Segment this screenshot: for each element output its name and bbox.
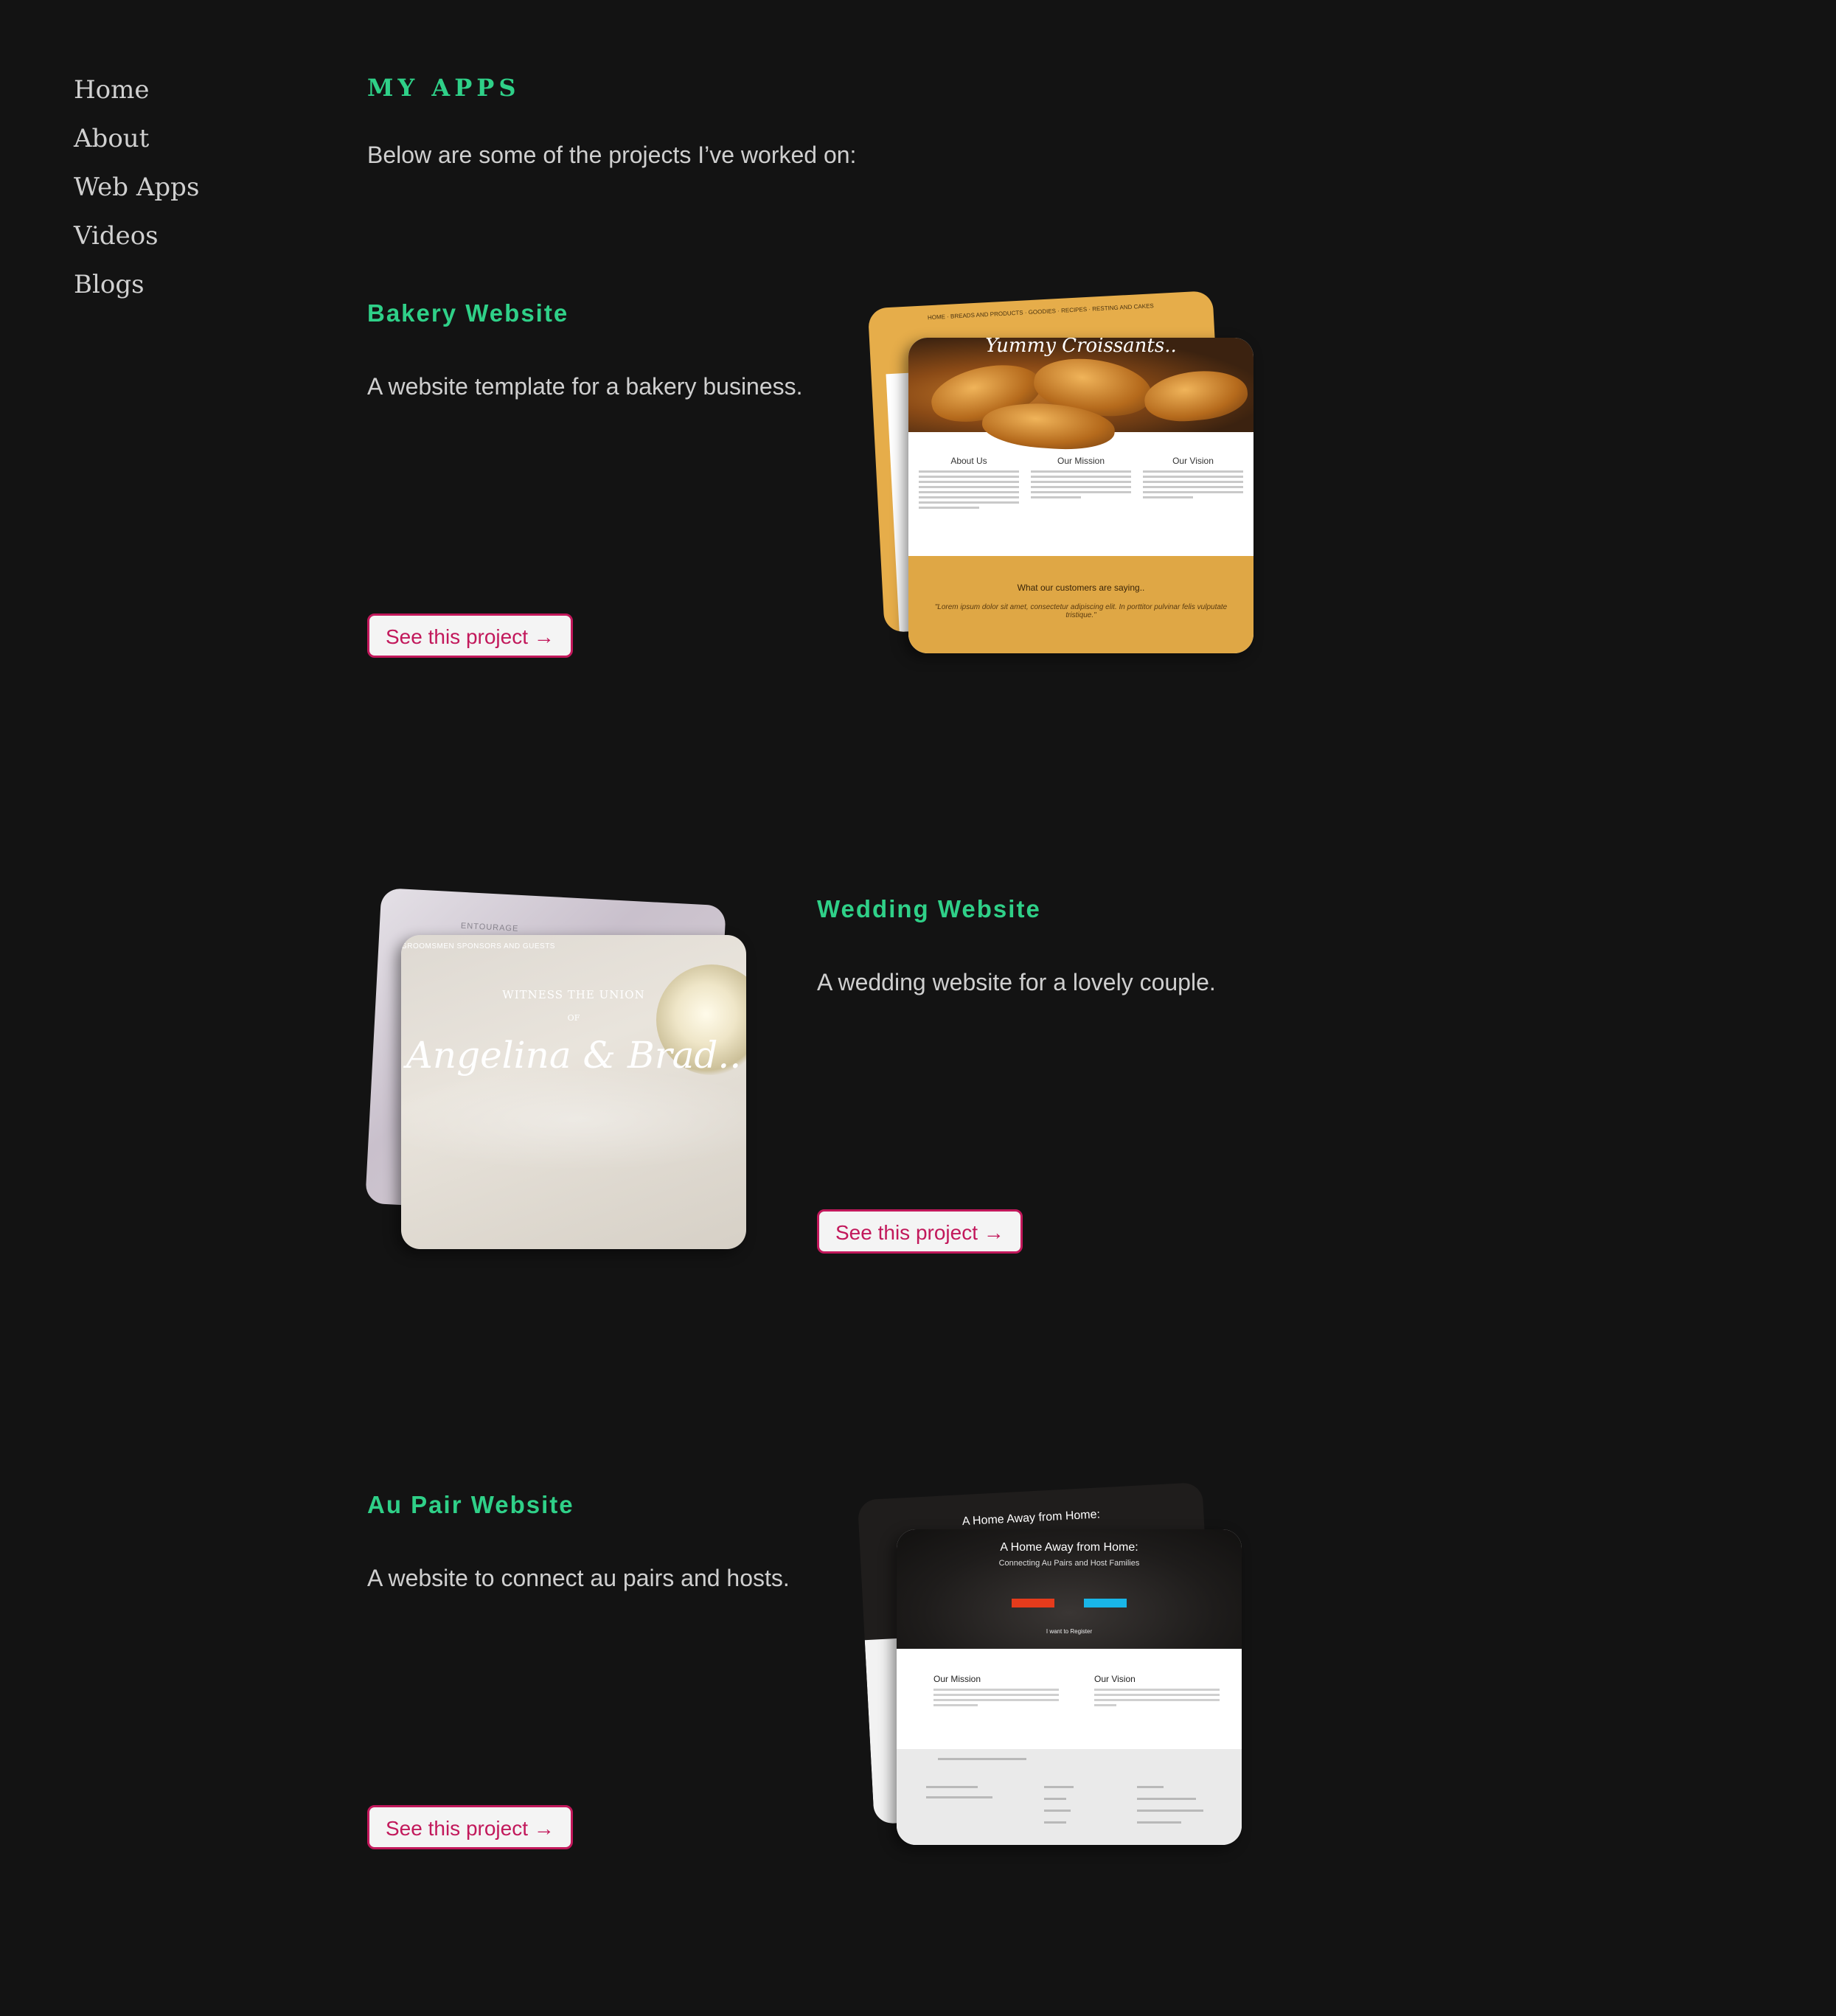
bakery-preview-image[interactable]: Yummy Croissants.. About Us Our Mission … (908, 338, 1253, 653)
wedding-witness-text: WITNESS THE UNION (502, 988, 645, 1001)
aupair-see-project-button[interactable]: See this project → (367, 1805, 573, 1849)
aupair-description: A website to connect au pairs and hosts. (367, 1565, 790, 1591)
nav-videos[interactable]: Videos (74, 214, 199, 263)
wedding-back-menu: ENTOURAGE (460, 921, 519, 934)
bakery-testimonials: What our customers are saying.. "Lorem i… (908, 556, 1253, 653)
aupair-hero-subtitle: Connecting Au Pairs and Host Families (998, 1559, 1140, 1568)
bakery-testimonial-heading: What our customers are saying.. (1017, 583, 1145, 593)
aupair-col-vision: Our Vision (1094, 1674, 1136, 1684)
nav-about[interactable]: About (74, 117, 199, 165)
aupair-col-mission: Our Mission (933, 1674, 981, 1684)
wedding-of-text: OF (567, 1013, 580, 1023)
page-title: MY APPS (367, 74, 521, 102)
aupair-hero-button-right (1084, 1599, 1127, 1607)
bakery-title: Bakery Website (367, 299, 569, 327)
wedding-menu: GROOMSMEN SPONSORS AND GUESTS (401, 942, 555, 950)
bakery-testimonial-quote: "Lorem ipsum dolor sit amet, consectetur… (934, 603, 1228, 619)
aupair-title: Au Pair Website (367, 1491, 574, 1518)
bakery-back-nav: HOME · BREADS AND PRODUCTS · GOODIES · R… (927, 302, 1154, 321)
aupair-preview-image[interactable]: A Home Away from Home: Connecting Au Pai… (897, 1529, 1242, 1845)
wedding-description: A wedding website for a lovely couple. (817, 969, 1216, 995)
nav-blogs[interactable]: Blogs (74, 263, 199, 311)
wedding-title: Wedding Website (817, 895, 1041, 922)
bakery-see-project-button[interactable]: See this project → (367, 614, 573, 658)
wedding-couple-names: Angelina & Brad.. (406, 1034, 742, 1077)
bakery-col-mission: Our Mission (1057, 456, 1105, 466)
aupair-hero-title: A Home Away from Home: (1000, 1541, 1138, 1554)
bakery-description: A website template for a bakery business… (367, 373, 803, 400)
bakery-col-vision: Our Vision (1172, 456, 1214, 466)
intro-text: Below are some of the projects I’ve work… (367, 142, 857, 168)
bakery-hero-title: Yummy Croissants.. (985, 338, 1177, 357)
aupair-hero-button-left (1012, 1599, 1054, 1607)
bakery-col-about: About Us (950, 456, 987, 466)
aupair-hero-image: A Home Away from Home: Connecting Au Pai… (897, 1529, 1242, 1649)
bakery-hero-image: Yummy Croissants.. (908, 338, 1253, 453)
nav-home[interactable]: Home (74, 68, 199, 117)
sidebar-nav: Home About Web Apps Videos Blogs (74, 68, 199, 311)
wedding-see-project-button[interactable]: See this project → (817, 1209, 1023, 1254)
aupair-footer (897, 1749, 1242, 1845)
wedding-preview-image[interactable]: GROOMSMEN SPONSORS AND GUESTS WITNESS TH… (401, 935, 746, 1249)
nav-web-apps[interactable]: Web Apps (74, 165, 199, 214)
aupair-register-text: I want to Register (1046, 1628, 1093, 1635)
